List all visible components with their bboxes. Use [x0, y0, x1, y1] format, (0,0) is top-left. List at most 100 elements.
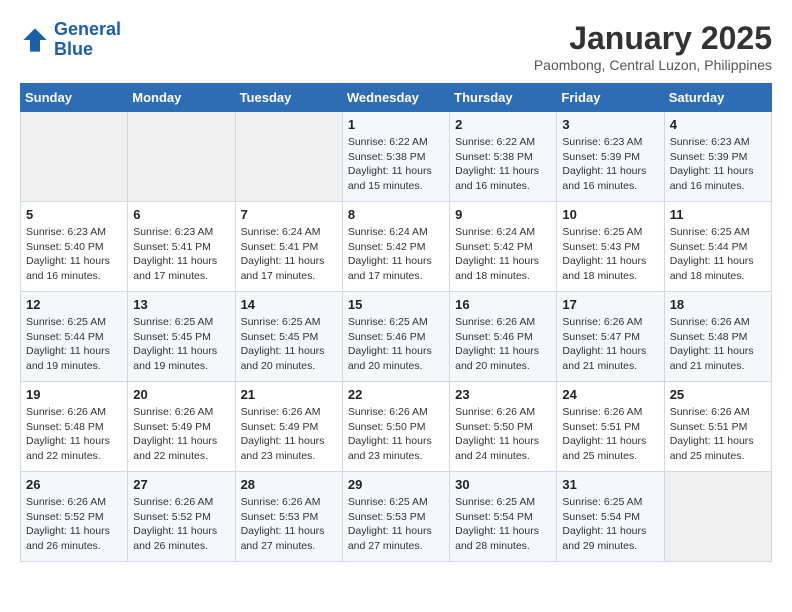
day-info: Sunrise: 6:25 AM Sunset: 5:46 PM Dayligh… [348, 315, 444, 374]
sunset: Sunset: 5:44 PM [670, 241, 748, 253]
daylight: Daylight: 11 hours and 19 minutes. [26, 345, 110, 372]
calendar-cell: 26 Sunrise: 6:26 AM Sunset: 5:52 PM Dayl… [21, 472, 128, 562]
sunrise: Sunrise: 6:23 AM [133, 226, 213, 238]
calendar-cell: 21 Sunrise: 6:26 AM Sunset: 5:49 PM Dayl… [235, 382, 342, 472]
sunset: Sunset: 5:53 PM [241, 511, 319, 523]
day-info: Sunrise: 6:25 AM Sunset: 5:43 PM Dayligh… [562, 225, 658, 284]
page-header: General Blue January 2025 Paombong, Cent… [20, 20, 772, 73]
day-number: 6 [133, 207, 229, 222]
daylight: Daylight: 11 hours and 21 minutes. [670, 345, 754, 372]
calendar-cell: 30 Sunrise: 6:25 AM Sunset: 5:54 PM Dayl… [450, 472, 557, 562]
weekday-header-friday: Friday [557, 84, 664, 112]
sunset: Sunset: 5:51 PM [670, 421, 748, 433]
sunset: Sunset: 5:50 PM [348, 421, 426, 433]
day-number: 12 [26, 297, 122, 312]
location: Paombong, Central Luzon, Philippines [534, 57, 772, 73]
sunrise: Sunrise: 6:26 AM [562, 406, 642, 418]
daylight: Daylight: 11 hours and 22 minutes. [133, 435, 217, 462]
calendar-cell: 14 Sunrise: 6:25 AM Sunset: 5:45 PM Dayl… [235, 292, 342, 382]
day-number: 11 [670, 207, 766, 222]
month-title: January 2025 [534, 20, 772, 57]
calendar-cell: 8 Sunrise: 6:24 AM Sunset: 5:42 PM Dayli… [342, 202, 449, 292]
calendar-cell: 12 Sunrise: 6:25 AM Sunset: 5:44 PM Dayl… [21, 292, 128, 382]
calendar-cell [664, 472, 771, 562]
day-number: 24 [562, 387, 658, 402]
calendar-cell: 7 Sunrise: 6:24 AM Sunset: 5:41 PM Dayli… [235, 202, 342, 292]
calendar-week-3: 12 Sunrise: 6:25 AM Sunset: 5:44 PM Dayl… [21, 292, 772, 382]
calendar-cell: 1 Sunrise: 6:22 AM Sunset: 5:38 PM Dayli… [342, 112, 449, 202]
sunset: Sunset: 5:46 PM [455, 331, 533, 343]
day-number: 13 [133, 297, 229, 312]
daylight: Daylight: 11 hours and 25 minutes. [562, 435, 646, 462]
day-info: Sunrise: 6:26 AM Sunset: 5:47 PM Dayligh… [562, 315, 658, 374]
sunrise: Sunrise: 6:22 AM [455, 136, 535, 148]
calendar-cell: 10 Sunrise: 6:25 AM Sunset: 5:43 PM Dayl… [557, 202, 664, 292]
day-info: Sunrise: 6:24 AM Sunset: 5:42 PM Dayligh… [348, 225, 444, 284]
day-info: Sunrise: 6:22 AM Sunset: 5:38 PM Dayligh… [455, 135, 551, 194]
day-number: 21 [241, 387, 337, 402]
sunset: Sunset: 5:52 PM [133, 511, 211, 523]
day-number: 19 [26, 387, 122, 402]
day-info: Sunrise: 6:26 AM Sunset: 5:53 PM Dayligh… [241, 495, 337, 554]
day-number: 16 [455, 297, 551, 312]
sunset: Sunset: 5:38 PM [455, 151, 533, 163]
daylight: Daylight: 11 hours and 27 minutes. [348, 525, 432, 552]
sunset: Sunset: 5:43 PM [562, 241, 640, 253]
day-number: 9 [455, 207, 551, 222]
weekday-header-thursday: Thursday [450, 84, 557, 112]
calendar-cell: 16 Sunrise: 6:26 AM Sunset: 5:46 PM Dayl… [450, 292, 557, 382]
sunrise: Sunrise: 6:23 AM [562, 136, 642, 148]
logo-general: General [54, 19, 121, 39]
logo-icon [20, 25, 50, 55]
sunset: Sunset: 5:53 PM [348, 511, 426, 523]
sunrise: Sunrise: 6:26 AM [241, 406, 321, 418]
sunset: Sunset: 5:45 PM [241, 331, 319, 343]
calendar-cell: 25 Sunrise: 6:26 AM Sunset: 5:51 PM Dayl… [664, 382, 771, 472]
sunrise: Sunrise: 6:26 AM [670, 316, 750, 328]
day-info: Sunrise: 6:26 AM Sunset: 5:51 PM Dayligh… [670, 405, 766, 464]
daylight: Daylight: 11 hours and 17 minutes. [241, 255, 325, 282]
day-info: Sunrise: 6:24 AM Sunset: 5:41 PM Dayligh… [241, 225, 337, 284]
day-info: Sunrise: 6:25 AM Sunset: 5:44 PM Dayligh… [670, 225, 766, 284]
daylight: Daylight: 11 hours and 25 minutes. [670, 435, 754, 462]
sunset: Sunset: 5:41 PM [133, 241, 211, 253]
sunrise: Sunrise: 6:26 AM [26, 406, 106, 418]
daylight: Daylight: 11 hours and 16 minutes. [26, 255, 110, 282]
day-number: 4 [670, 117, 766, 132]
calendar-cell: 11 Sunrise: 6:25 AM Sunset: 5:44 PM Dayl… [664, 202, 771, 292]
day-info: Sunrise: 6:26 AM Sunset: 5:52 PM Dayligh… [133, 495, 229, 554]
calendar-cell: 20 Sunrise: 6:26 AM Sunset: 5:49 PM Dayl… [128, 382, 235, 472]
sunrise: Sunrise: 6:25 AM [348, 316, 428, 328]
calendar-cell: 27 Sunrise: 6:26 AM Sunset: 5:52 PM Dayl… [128, 472, 235, 562]
calendar-cell: 4 Sunrise: 6:23 AM Sunset: 5:39 PM Dayli… [664, 112, 771, 202]
logo-text: General Blue [54, 20, 121, 60]
day-number: 25 [670, 387, 766, 402]
sunrise: Sunrise: 6:26 AM [26, 496, 106, 508]
daylight: Daylight: 11 hours and 18 minutes. [455, 255, 539, 282]
daylight: Daylight: 11 hours and 28 minutes. [455, 525, 539, 552]
day-info: Sunrise: 6:26 AM Sunset: 5:49 PM Dayligh… [241, 405, 337, 464]
daylight: Daylight: 11 hours and 17 minutes. [348, 255, 432, 282]
day-info: Sunrise: 6:26 AM Sunset: 5:46 PM Dayligh… [455, 315, 551, 374]
sunrise: Sunrise: 6:22 AM [348, 136, 428, 148]
day-info: Sunrise: 6:23 AM Sunset: 5:41 PM Dayligh… [133, 225, 229, 284]
daylight: Daylight: 11 hours and 18 minutes. [670, 255, 754, 282]
day-info: Sunrise: 6:25 AM Sunset: 5:44 PM Dayligh… [26, 315, 122, 374]
sunrise: Sunrise: 6:23 AM [670, 136, 750, 148]
daylight: Daylight: 11 hours and 20 minutes. [348, 345, 432, 372]
sunset: Sunset: 5:51 PM [562, 421, 640, 433]
sunset: Sunset: 5:54 PM [562, 511, 640, 523]
day-info: Sunrise: 6:25 AM Sunset: 5:45 PM Dayligh… [241, 315, 337, 374]
daylight: Daylight: 11 hours and 18 minutes. [562, 255, 646, 282]
day-number: 22 [348, 387, 444, 402]
daylight: Daylight: 11 hours and 23 minutes. [241, 435, 325, 462]
sunrise: Sunrise: 6:25 AM [348, 496, 428, 508]
day-info: Sunrise: 6:23 AM Sunset: 5:39 PM Dayligh… [670, 135, 766, 194]
calendar-cell: 23 Sunrise: 6:26 AM Sunset: 5:50 PM Dayl… [450, 382, 557, 472]
weekday-header-wednesday: Wednesday [342, 84, 449, 112]
day-info: Sunrise: 6:22 AM Sunset: 5:38 PM Dayligh… [348, 135, 444, 194]
daylight: Daylight: 11 hours and 27 minutes. [241, 525, 325, 552]
day-info: Sunrise: 6:26 AM Sunset: 5:48 PM Dayligh… [670, 315, 766, 374]
calendar-cell: 28 Sunrise: 6:26 AM Sunset: 5:53 PM Dayl… [235, 472, 342, 562]
calendar-cell: 13 Sunrise: 6:25 AM Sunset: 5:45 PM Dayl… [128, 292, 235, 382]
